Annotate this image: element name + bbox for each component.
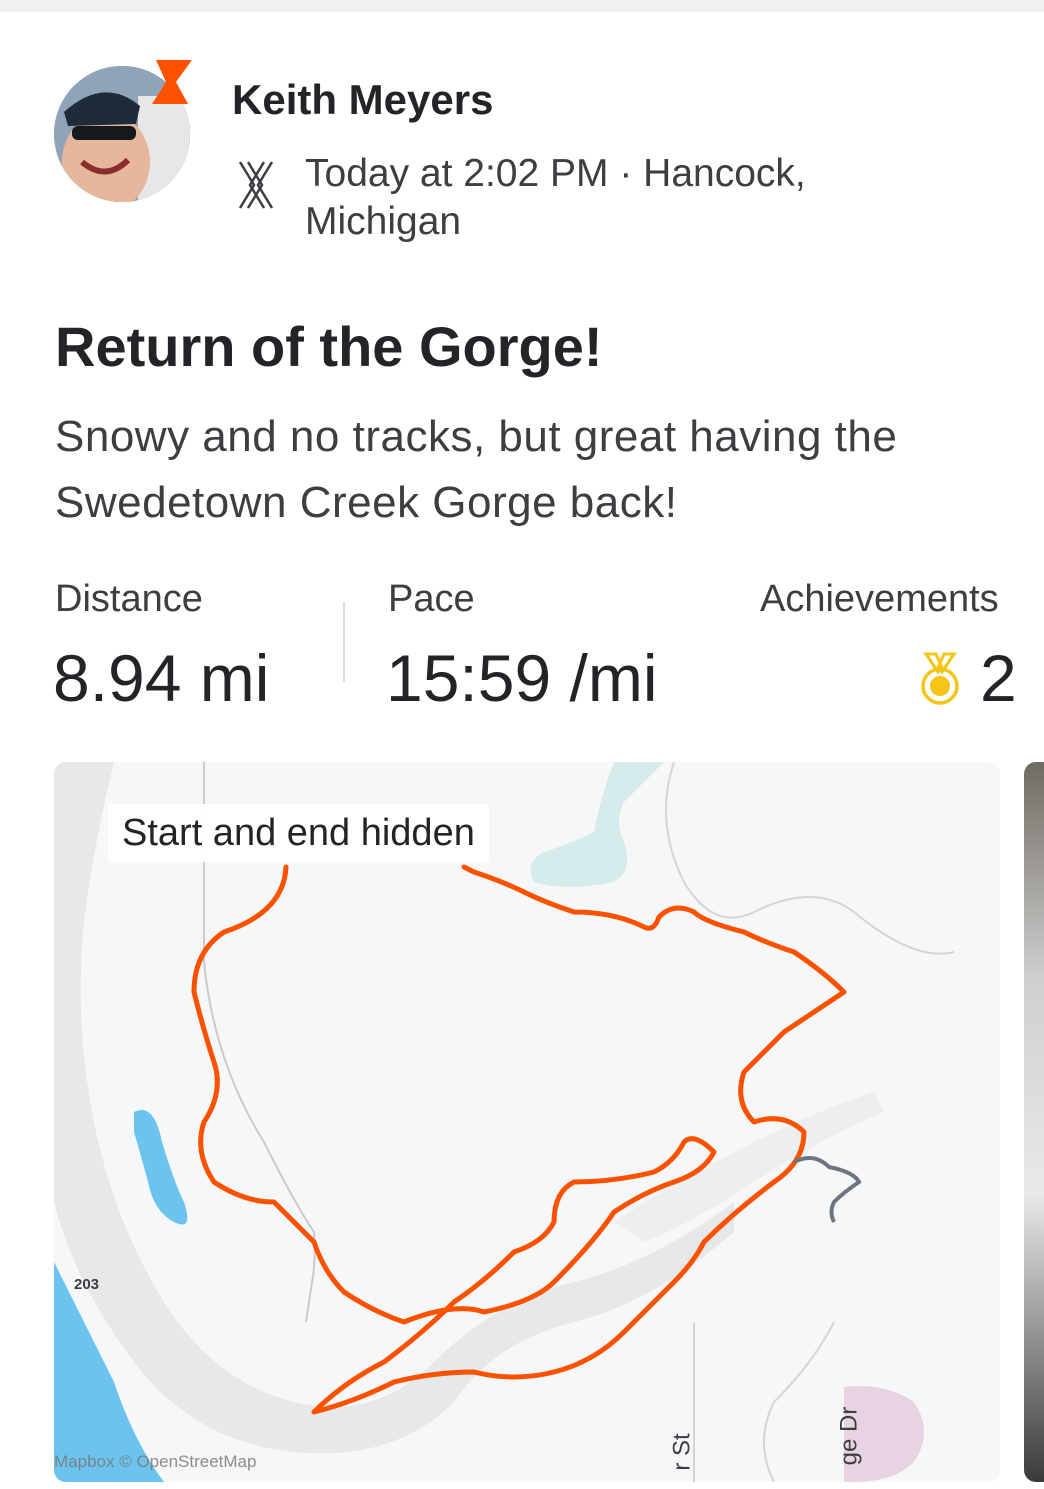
activity-time-location: Today at 2:02 PM · Hancock, Michigan	[305, 152, 806, 243]
medal-icon	[921, 652, 959, 705]
activity-photo-peek[interactable]	[1024, 762, 1044, 1482]
pace-value: 15:59 /mi	[386, 641, 658, 715]
street-label-2: ge Dr	[835, 1406, 863, 1466]
chevron-badge-icon	[152, 60, 192, 104]
distance-label: Distance	[55, 578, 203, 620]
map-attribution[interactable]: Mapbox © OpenStreetMap	[54, 1452, 256, 1472]
athlete-name[interactable]: Keith Meyers	[232, 76, 493, 124]
achievements-label: Achievements	[760, 578, 999, 620]
activity-title[interactable]: Return of the Gorge!	[55, 314, 603, 379]
achievements-value: 2	[980, 641, 1017, 715]
road-number: 203	[74, 1276, 100, 1293]
activity-description: Snowy and no tracks, but great having th…	[55, 412, 898, 527]
top-edge	[0, 0, 1044, 12]
x-shaped-device-icon	[238, 161, 274, 209]
distance-value: 8.94 mi	[53, 641, 270, 715]
stat-divider	[343, 602, 345, 682]
pace-label: Pace	[388, 578, 475, 620]
route-map[interactable]: 203 r St ge Dr	[54, 762, 1000, 1482]
street-label-1: r St	[668, 1433, 696, 1471]
privacy-tag: Start and end hidden	[108, 804, 489, 862]
